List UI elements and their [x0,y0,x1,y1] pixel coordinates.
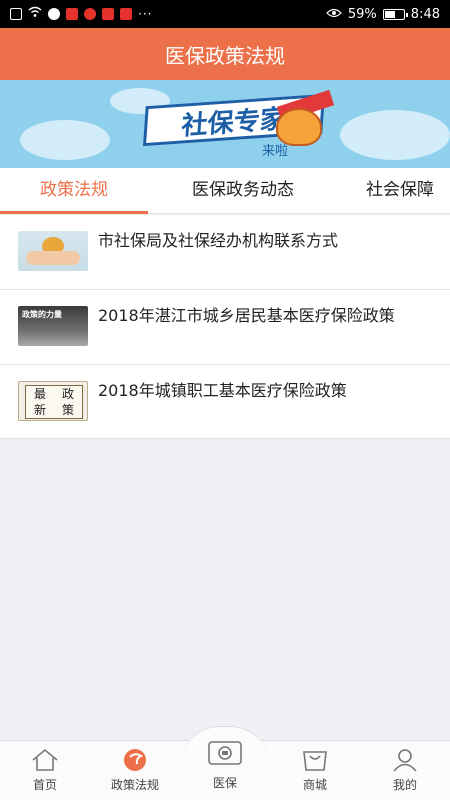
thumbnail-caption: 政策的力量 [22,310,62,319]
nav-shop[interactable]: 商城 [270,748,360,793]
category-tabs: 政策法规 医保政务动态 社会保障 [0,168,450,214]
clock: 8:48 [410,6,440,22]
book-text: 政 [61,387,74,401]
article-list: 市社保局及社保经办机构联系方式 政策的力量 2018年湛江市城乡居民基本医疗保险… [0,215,450,439]
banner-cloud [20,120,110,160]
status-icons-left: ··· [10,6,152,22]
app-notification-icon [66,8,78,20]
eye-comfort-icon [326,7,342,22]
nav-label: 我的 [392,778,417,792]
app-notification-icon [84,8,96,20]
nav-label: 政策法规 [110,778,159,792]
shop-icon [270,748,360,772]
page-title: 医保政策法规 [0,28,450,80]
book-icon: 最 政 新 策 [25,385,83,419]
tab-medical-insurance-news[interactable]: 医保政务动态 [168,168,318,214]
active-tab-indicator [0,211,148,214]
more-notifications: ··· [138,7,153,21]
book-text: 新 [33,403,46,417]
nav-policy[interactable]: 政策法规 [90,748,180,793]
article-thumbnail: 最 政 新 策 [18,381,88,421]
banner-tag: 来啦 [262,144,289,159]
status-bar: ··· 59% 8:48 [0,0,450,28]
battery-icon [382,8,408,20]
home-icon [0,748,90,772]
nav-profile[interactable]: 我的 [360,748,450,793]
list-item[interactable]: 最 政 新 策 2018年城镇职工基本医疗保险政策 [0,365,450,439]
medical-insurance-icon [180,738,270,768]
battery-percent: 59% [347,6,377,22]
book-text: 策 [61,403,74,417]
list-item[interactable]: 市社保局及社保经办机构联系方式 [0,215,450,290]
wifi-icon [28,6,42,22]
policy-icon [90,748,180,772]
article-title: 市社保局及社保经办机构联系方式 [98,231,339,250]
nav-home[interactable]: 首页 [0,748,90,793]
book-text: 最 [33,387,46,401]
banner-cloud [340,110,450,160]
article-thumbnail [18,231,88,271]
promo-banner[interactable]: 社保专家 来啦 [0,80,450,168]
article-title: 2018年湛江市城乡居民基本医疗保险政策 [98,306,395,325]
nav-label: 商城 [302,778,327,792]
list-item[interactable]: 政策的力量 2018年湛江市城乡居民基本医疗保险政策 [0,290,450,365]
app-notification-icon [120,8,132,20]
tab-social-security[interactable]: 社会保障 [366,168,450,214]
app-notification-icon [48,8,60,20]
nav-label: 医保 [212,776,237,790]
article-title: 2018年城镇职工基本医疗保险政策 [98,381,347,400]
app-notification-icon [102,8,114,20]
nav-label: 首页 [32,778,57,792]
sim-icon [10,8,22,20]
profile-icon [360,748,450,772]
tab-policy-regulations[interactable]: 政策法规 [0,168,148,214]
battery-fill [384,10,396,18]
status-icons-right: 59% 8:48 [326,7,440,22]
article-thumbnail: 政策的力量 [18,306,88,346]
nav-medical-insurance[interactable]: 医保 [180,738,270,791]
hands-icon [26,251,80,265]
